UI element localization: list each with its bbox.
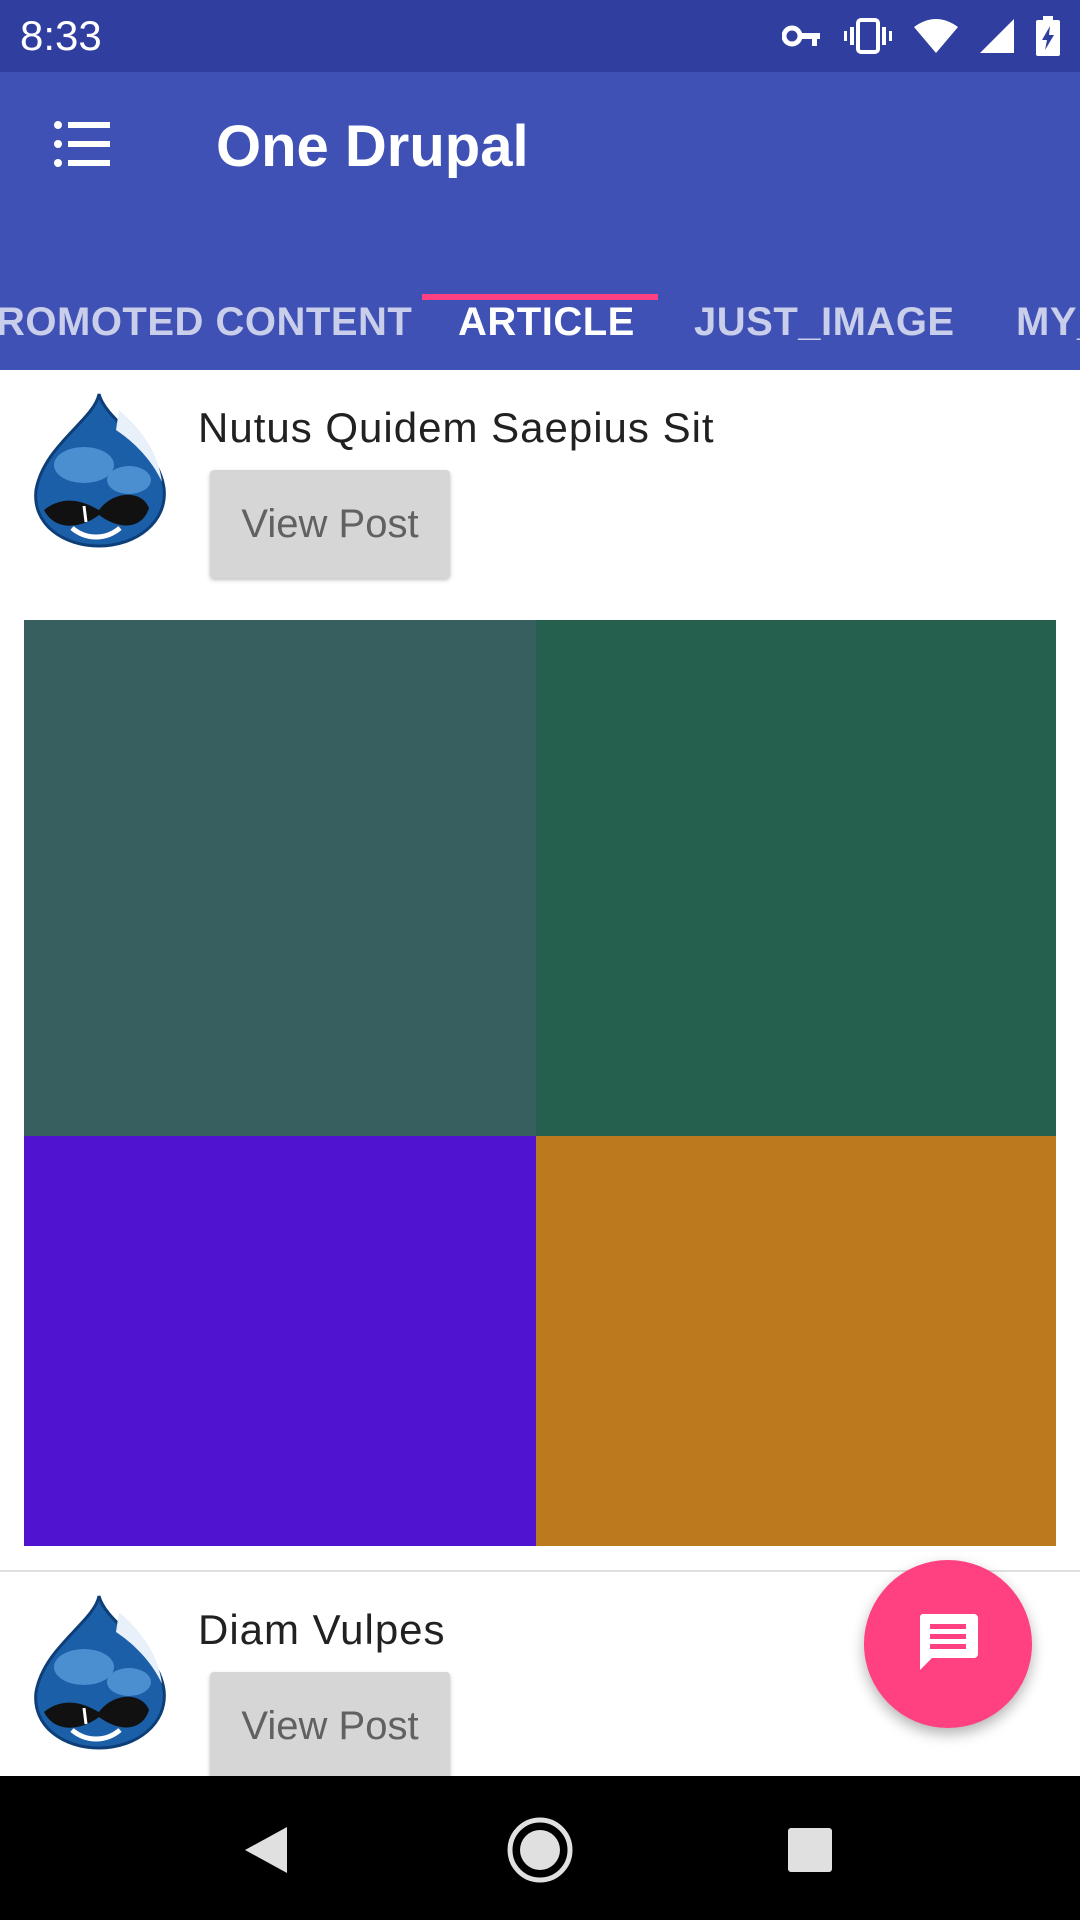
post-card: Nutus Quidem Saepius Sit View Post [0,370,1080,580]
view-post-button[interactable]: View Post [210,1672,450,1776]
status-bar: 8:33 [0,0,1080,72]
signal-icon [980,19,1014,53]
message-icon [916,1610,980,1679]
home-icon [506,1816,574,1889]
app-title: One Drupal [216,114,529,179]
post-image[interactable] [24,620,1056,1546]
vibrate-icon [844,18,892,54]
wifi-icon [914,19,958,53]
battery-charging-icon [1036,16,1060,56]
post-title: Nutus Quidem Saepius Sit [198,404,715,451]
status-time: 8:33 [20,12,102,59]
tab-my[interactable]: MY_ [1016,268,1080,370]
tab-indicator [422,294,658,300]
back-button[interactable] [226,1812,306,1892]
post-title: Diam Vulpes [198,1606,446,1653]
recents-icon [786,1826,834,1879]
home-button[interactable] [500,1812,580,1892]
menu-button[interactable] [40,110,124,182]
recents-button[interactable] [770,1812,850,1892]
message-fab[interactable] [864,1560,1032,1728]
image-tile [24,1136,536,1546]
drupal-logo-icon [24,1592,174,1752]
drupal-logo-icon [24,390,174,550]
app-bar: One Drupal ROMOTED CONTENT ARTICLE JUST_… [0,72,1080,370]
image-tile [536,1136,1056,1546]
vpn-key-icon [782,22,822,50]
tab-promoted-content[interactable]: ROMOTED CONTENT [0,268,412,370]
view-post-button[interactable]: View Post [210,470,450,578]
tab-just-image[interactable]: JUST_IMAGE [694,268,955,370]
tab-bar: ROMOTED CONTENT ARTICLE JUST_IMAGE MY_ [0,268,1080,370]
tab-article[interactable]: ARTICLE [458,268,635,370]
status-icons [782,14,1060,58]
menu-icon [54,120,110,172]
image-tile [536,620,1056,1136]
back-icon [243,1825,289,1880]
navigation-bar [0,1776,1080,1920]
image-tile [24,620,536,1136]
